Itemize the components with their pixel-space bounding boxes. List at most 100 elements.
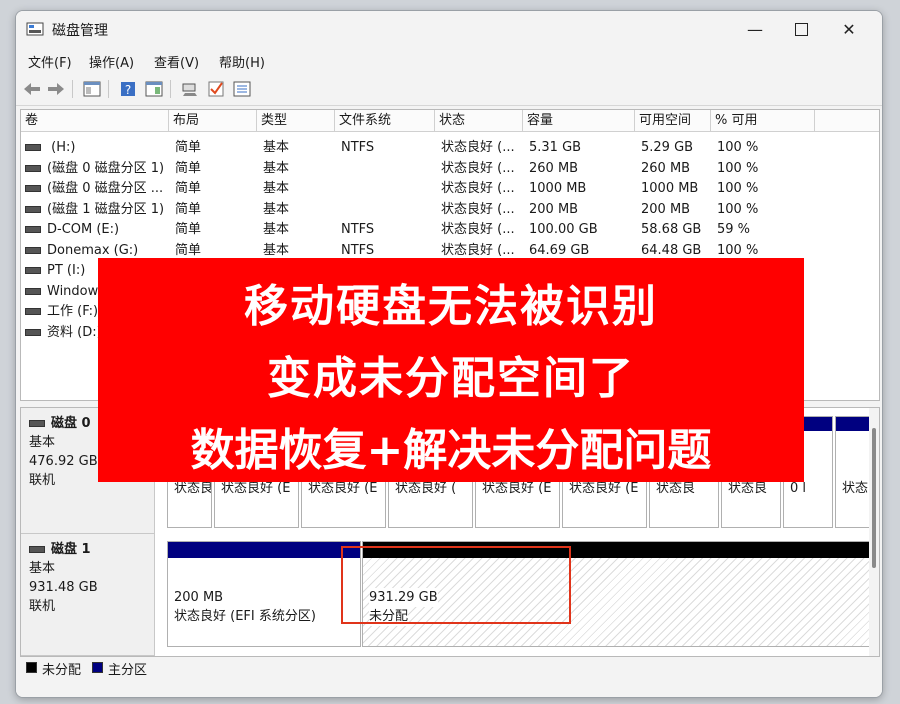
volume-pct-cell: 100 % — [717, 201, 759, 217]
banner-line-3: 数据恢复+解决未分配问题 — [190, 425, 712, 476]
drive-icon — [25, 144, 41, 151]
drive-icon — [25, 328, 41, 336]
legend-label-unallocated: 未分配 — [42, 663, 82, 678]
column-percent-free[interactable]: % 可用 — [711, 110, 815, 131]
column-type[interactable]: 类型 — [257, 110, 335, 131]
volume-type-cell: 基本 — [263, 201, 290, 217]
volume-name-cell: (磁盘 1 磁盘分区 1) — [25, 200, 164, 220]
forward-icon — [48, 83, 64, 95]
volume-pct-cell: 59 % — [717, 222, 751, 237]
volume-name-cell: (H:) — [25, 138, 75, 158]
properties-button[interactable] — [82, 79, 102, 99]
back-button[interactable] — [22, 79, 42, 99]
volume-name: (H:) — [47, 140, 76, 155]
volume-row[interactable]: (H:) 简单 基本 NTFS 状态良好 (... 5.31 GB 5.29 GB 100 % — [21, 138, 879, 158]
maximize-icon — [794, 22, 808, 36]
volume-name-cell: (磁盘 0 磁盘分区 1) — [25, 159, 164, 179]
partition-efi[interactable]: 200 MB 状态良好 (EFI 系统分区) — [167, 541, 361, 647]
help-button[interactable]: ? — [118, 79, 138, 99]
volume-type-cell: 基本 — [263, 140, 290, 155]
volume-type-cell: 基本 — [263, 222, 290, 237]
legend-label-primary: 主分区 — [108, 663, 148, 678]
menu-view[interactable]: 查看(V) — [154, 52, 199, 71]
column-capacity[interactable]: 容量 — [523, 110, 635, 131]
volume-name: 工作 (F:) — [47, 304, 99, 319]
volume-name: PT (I:) — [47, 263, 86, 278]
disk-1-label[interactable]: 磁盘 1 基本 931.48 GB 联机 — [21, 534, 155, 656]
disk-size: 931.48 GB — [29, 580, 98, 595]
column-volume[interactable]: 卷 — [21, 110, 169, 131]
volume-row[interactable]: (磁盘 0 磁盘分区 ... 简单 基本 状态良好 (... 1000 MB 1000 M… — [21, 179, 879, 199]
menu-bar: 文件(F) 操作(A) 查看(V) 帮助(H) — [16, 47, 882, 73]
volume-layout-cell: 简单 — [175, 181, 202, 196]
volume-free-cell: 260 MB — [641, 160, 691, 176]
window-title: 磁盘管理 — [52, 23, 108, 39]
volume-layout-cell: 简单 — [175, 201, 202, 217]
volume-type-cell: 基本 — [263, 160, 290, 176]
properties-icon — [83, 81, 101, 97]
volume-name-cell: 资料 (D:) — [25, 323, 102, 343]
help-icon: ? — [121, 82, 135, 97]
maximize-button[interactable] — [778, 15, 824, 43]
column-layout[interactable]: 布局 — [169, 110, 257, 131]
toolbar-separator — [170, 80, 171, 98]
forward-button[interactable] — [46, 79, 66, 99]
volume-name-cell: D-COM (E:) — [25, 220, 119, 240]
drive-icon — [25, 267, 41, 274]
volume-type-cell: 基本 — [263, 181, 290, 196]
menu-action[interactable]: 操作(A) — [89, 52, 134, 71]
drive-icon — [25, 287, 41, 295]
volume-name: D-COM (E:) — [47, 222, 120, 237]
toolbar-separator — [72, 80, 73, 98]
disk-name: 磁盘 0 — [51, 416, 91, 431]
banner-line-1: 移动硬盘无法被识别 — [244, 281, 658, 332]
volume-pct-cell: 100 % — [717, 160, 759, 176]
close-icon: ✕ — [842, 19, 856, 39]
check-button[interactable] — [206, 79, 226, 99]
volume-name-cell: Windows — [25, 282, 105, 302]
volume-name-cell: PT (I:) — [25, 261, 85, 281]
column-filesystem[interactable]: 文件系统 — [335, 110, 435, 131]
banner-line-2: 变成未分配空间了 — [267, 353, 635, 404]
partition-header-primary — [168, 542, 360, 558]
drive-icon — [25, 246, 41, 254]
volume-capacity-cell: 200 MB — [529, 201, 579, 217]
vertical-scrollbar[interactable] — [869, 408, 879, 656]
volume-row[interactable]: D-COM (E:) 简单 基本 NTFS 状态良好 (... 100.00 GB 58.6… — [21, 220, 879, 240]
console-button[interactable] — [144, 79, 164, 99]
column-status[interactable]: 状态 — [435, 110, 523, 131]
volume-name: (磁盘 0 磁盘分区 1) — [47, 160, 165, 176]
disk-icon — [29, 546, 45, 553]
volume-status-cell: 状态良好 (... — [441, 222, 515, 237]
menu-help[interactable]: 帮助(H) — [219, 52, 265, 71]
partition-status: 状态良好 (EFI 系统分区) — [174, 609, 316, 624]
disk-kind: 基本 — [29, 561, 56, 576]
volume-row[interactable]: (磁盘 0 磁盘分区 1) 简单 基本 状态良好 (... 260 MB 260 MB 10… — [21, 159, 879, 179]
volume-name: (磁盘 0 磁盘分区 ... — [47, 181, 164, 196]
volume-name-cell: (磁盘 0 磁盘分区 ... — [25, 179, 163, 199]
drive-icon — [25, 185, 41, 192]
scrollbar-thumb[interactable] — [872, 428, 876, 568]
headline-banner: 移动硬盘无法被识别 变成未分配空间了 数据恢复+解决未分配问题 — [98, 258, 804, 482]
volume-name: Windows — [47, 283, 106, 299]
volume-name: 资料 (D:) — [47, 324, 102, 340]
volume-row[interactable]: (磁盘 1 磁盘分区 1) 简单 基本 状态良好 (... 200 MB 200 MB 10… — [21, 200, 879, 220]
console-icon — [145, 81, 163, 97]
minimize-button[interactable]: — — [732, 15, 778, 43]
connect-button[interactable] — [180, 79, 200, 99]
volume-layout-cell: 简单 — [175, 140, 202, 155]
volume-free-cell: 58.68 GB — [641, 222, 702, 237]
menu-file[interactable]: 文件(F) — [28, 52, 72, 71]
minimize-icon: — — [747, 19, 763, 39]
close-button[interactable]: ✕ — [826, 15, 872, 43]
list-button[interactable] — [232, 79, 252, 99]
volume-layout-cell: 简单 — [175, 222, 202, 237]
volume-pct-cell: 100 % — [717, 140, 759, 155]
svg-text:?: ? — [125, 83, 131, 97]
connect-icon — [182, 83, 197, 96]
volume-capacity-cell: 100.00 GB — [529, 222, 598, 237]
column-free-space[interactable]: 可用空间 — [635, 110, 711, 131]
volume-pct-cell: 100 % — [717, 181, 759, 196]
check-icon — [208, 81, 224, 97]
toolbar: ? — [16, 73, 882, 106]
